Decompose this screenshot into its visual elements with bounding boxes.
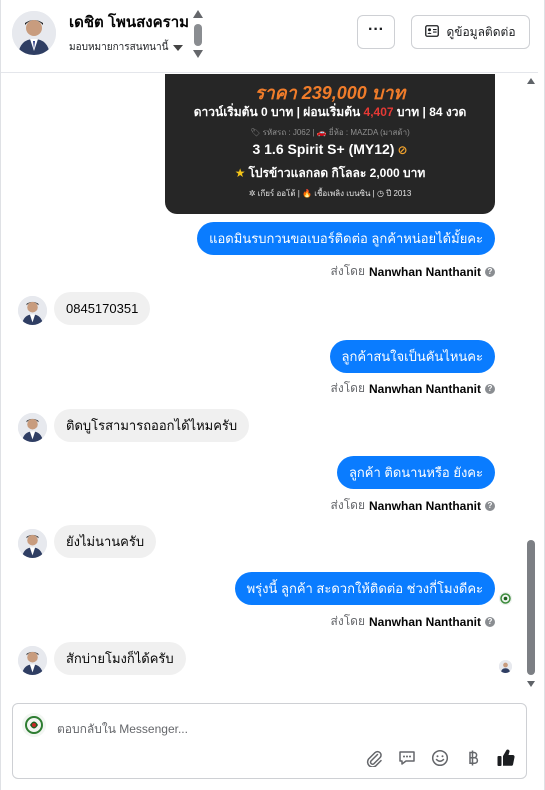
sender-name[interactable]: Nanwhan Nanthanit <box>369 499 481 513</box>
help-icon[interactable]: ? <box>485 266 495 277</box>
attachment-icon[interactable] <box>364 748 384 768</box>
saved-replies-icon[interactable] <box>397 748 417 768</box>
conversation-header: เดชิต โพนสงคราม มอบหมายการสนทนานี้ ··· ด… <box>1 0 538 73</box>
sender-name[interactable]: Nanwhan Nanthanit <box>369 265 481 279</box>
outgoing-message[interactable]: แอดมินรบกวนขอเบอร์ติดต่อ ลูกค้าหน่อยได้ม… <box>197 222 495 255</box>
sent-by-label: ส่งโดย Nanwhan Nanthanit? <box>331 262 495 281</box>
star-icon: ★ <box>234 166 246 180</box>
card-promo: ★ โปรข้าวแลกลด กิโลละ 2,000 บาท <box>234 166 426 180</box>
more-options-button[interactable]: ··· <box>357 15 395 49</box>
card-specs: ✲ เกียร์ ออโต้ | 🔥 เชื้อเพลิง เบนซิน | ◷… <box>248 189 412 198</box>
outgoing-message[interactable]: ลูกค้า ติดนานหรือ ยังคะ <box>336 456 495 489</box>
scrollbar-thumb[interactable] <box>527 540 535 675</box>
incoming-message[interactable]: 0845170351 <box>54 292 151 325</box>
chevron-down-icon <box>173 44 184 51</box>
reply-input[interactable]: ตอบกลับใน Messenger... <box>57 720 188 739</box>
verified-check-icon: ⊘ <box>397 143 408 157</box>
switcher-handle[interactable] <box>194 24 202 46</box>
contact-card-icon <box>425 24 440 40</box>
contact-name[interactable]: เดชิต โพนสงคราม <box>69 10 189 34</box>
assign-label: มอบหมายการสนทนานี้ <box>69 42 169 53</box>
emoji-icon[interactable] <box>430 748 450 768</box>
scroll-up-arrow-icon[interactable] <box>527 78 535 84</box>
help-icon[interactable]: ? <box>485 500 495 511</box>
card-terms: ดาวน์เริ่มต้น 0 บาท | ผ่อนเริ่มต้น 4,407… <box>193 105 467 119</box>
incoming-message[interactable]: ยังไม่นานครับ <box>54 525 157 558</box>
like-icon[interactable] <box>496 748 516 768</box>
card-model: 3 1.6 Spirit S+ (MY12) ⊘ <box>252 141 408 157</box>
view-contact-button[interactable]: ดูข้อมูลติดต่อ <box>411 15 530 49</box>
help-icon[interactable]: ? <box>485 616 495 627</box>
incoming-message[interactable]: ติดบูโรสามารถออกได้ไหมครับ <box>54 409 250 442</box>
contact-avatar-small[interactable] <box>18 296 47 325</box>
sender-name[interactable]: Nanwhan Nanthanit <box>369 382 481 396</box>
baht-icon[interactable] <box>463 748 483 768</box>
sent-by-label: ส่งโดย Nanwhan Nanthanit? <box>331 496 495 515</box>
page-avatar <box>22 713 46 737</box>
conversation-switcher[interactable] <box>193 8 203 58</box>
card-installment: 4,407 <box>363 105 394 119</box>
contact-avatar-small[interactable] <box>18 413 47 442</box>
chevron-up-icon[interactable] <box>193 10 203 18</box>
reply-composer[interactable]: ตอบกลับใน Messenger... <box>12 703 527 779</box>
help-icon[interactable]: ? <box>485 383 495 394</box>
incoming-message[interactable]: สักบ่ายโมงก็ได้ครับ <box>54 642 186 675</box>
thread-scrollbar[interactable] <box>524 74 538 694</box>
message-thread[interactable]: ราคา 239,000 บาท ดาวน์เริ่มต้น 0 บาท | ผ… <box>1 74 538 694</box>
contact-avatar-small[interactable] <box>18 646 47 675</box>
contact-avatar[interactable] <box>12 11 56 55</box>
sent-by-label: ส่งโดย Nanwhan Nanthanit? <box>331 379 495 398</box>
outgoing-message[interactable]: ลูกค้าสนใจเป็นคันไหนคะ <box>329 340 495 373</box>
card-meta: 🏷 รหัสรถ : J062 | 🚗 ยี่ห้อ : MAZDA (มาสด… <box>250 128 410 137</box>
assign-conversation-dropdown[interactable]: มอบหมายการสนทนานี้ <box>69 40 184 55</box>
sender-name[interactable]: Nanwhan Nanthanit <box>369 615 481 629</box>
contact-avatar-small[interactable] <box>18 529 47 558</box>
chevron-down-icon[interactable] <box>193 50 203 58</box>
read-receipt-avatar <box>499 592 512 605</box>
view-contact-label: ดูข้อมูลติดต่อ <box>446 24 516 39</box>
scroll-down-arrow-icon[interactable] <box>527 681 535 687</box>
seen-avatar <box>499 660 512 673</box>
composer-toolbar <box>364 748 516 768</box>
outgoing-message[interactable]: พรุ่งนี้ ลูกค้า สะดวกให้ติดต่อ ช่วงกี่โม… <box>234 572 495 605</box>
messenger-panel: เดชิต โพนสงคราม มอบหมายการสนทนานี้ ··· ด… <box>0 0 545 790</box>
sent-by-label: ส่งโดย Nanwhan Nanthanit? <box>331 612 495 631</box>
product-card[interactable]: ราคา 239,000 บาท ดาวน์เริ่มต้น 0 บาท | ผ… <box>165 74 495 214</box>
